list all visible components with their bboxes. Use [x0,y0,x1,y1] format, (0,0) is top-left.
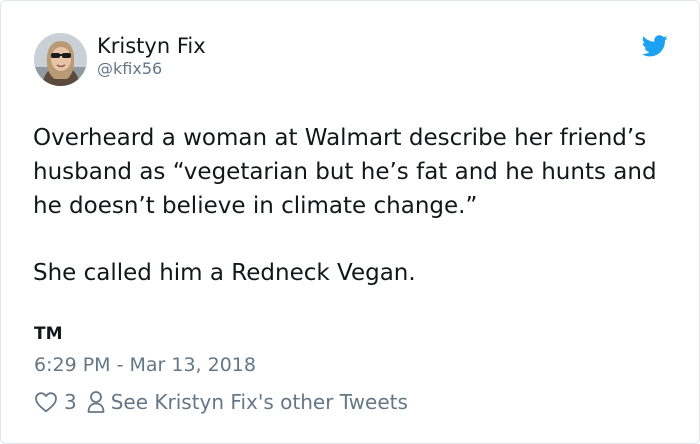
person-icon[interactable] [87,390,105,414]
tweet-timestamp[interactable]: 6:29 PM - Mar 13, 2018 [34,354,256,376]
tweet-text: Overheard a woman at Walmart describe he… [33,121,673,290]
author-display-name[interactable]: Kristyn Fix [97,34,206,58]
tweet-signature: TM [34,324,63,344]
avatar-photo-icon [34,33,87,86]
tweet-paragraph: Overheard a woman at Walmart describe he… [33,125,657,219]
twitter-bird-icon[interactable] [641,35,668,57]
tweet-card: Kristyn Fix @kfix56 Overheard a woman at… [0,0,700,444]
author-handle[interactable]: @kfix56 [97,60,162,78]
heart-outline-icon[interactable] [34,391,58,413]
like-count[interactable]: 3 [64,390,77,414]
see-other-tweets-link[interactable]: See Kristyn Fix's other Tweets [111,390,408,414]
tweet-actions: 3 See Kristyn Fix's other Tweets [34,389,408,415]
avatar[interactable] [34,33,87,86]
tweet-paragraph: She called him a Redneck Vegan. [33,260,416,286]
